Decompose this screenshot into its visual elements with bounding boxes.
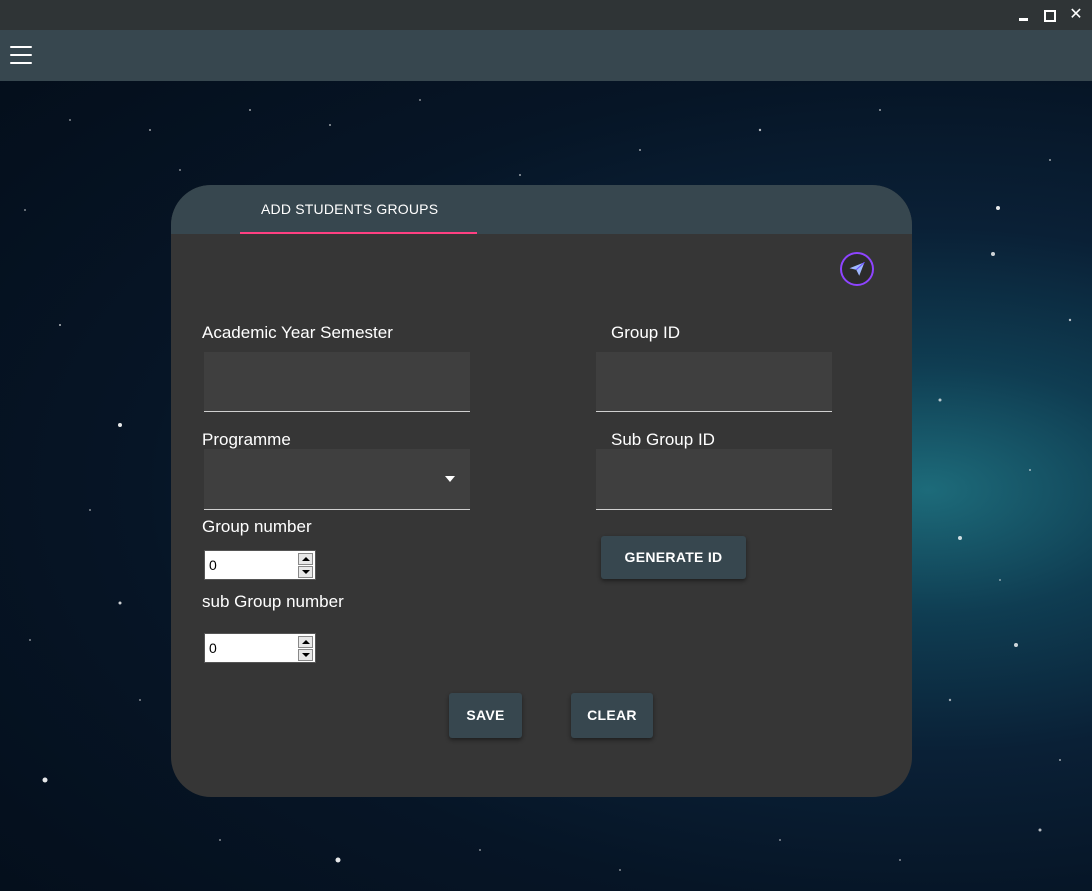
programme-select[interactable] <box>204 449 470 510</box>
group-number-label: Group number <box>202 517 312 536</box>
app-bar <box>0 30 1092 81</box>
sub-group-number-label: sub Group number <box>202 592 344 611</box>
window-titlebar: ✕ <box>0 0 1092 30</box>
tab-add-students-groups[interactable]: ADD STUDENTS GROUPS <box>240 185 477 234</box>
group-number-input[interactable] <box>207 554 297 576</box>
academic-year-semester-label: Academic Year Semester <box>202 323 393 342</box>
group-number-stepper[interactable] <box>204 550 316 580</box>
close-icon[interactable]: ✕ <box>1068 7 1084 23</box>
decrement-arrow-icon[interactable] <box>298 649 313 661</box>
tab-active-indicator <box>240 232 477 234</box>
group-id-label: Group ID <box>611 323 680 342</box>
clear-button[interactable]: CLEAR <box>571 693 653 738</box>
card-tab-bar: ADD STUDENTS GROUPS <box>171 185 912 234</box>
add-student-groups-card: ADD STUDENTS GROUPS Academic Year Semest… <box>171 185 912 797</box>
tab-label: ADD STUDENTS GROUPS <box>261 201 439 217</box>
sub-group-number-stepper[interactable] <box>204 633 316 663</box>
decrement-arrow-icon[interactable] <box>298 566 313 578</box>
save-button[interactable]: SAVE <box>449 693 522 738</box>
programme-label: Programme <box>202 430 291 449</box>
sub-group-number-input[interactable] <box>207 637 297 659</box>
increment-arrow-icon[interactable] <box>298 553 313 565</box>
maximize-icon[interactable] <box>1042 7 1058 23</box>
sub-group-id-label: Sub Group ID <box>611 430 715 449</box>
sub-group-id-input[interactable] <box>596 449 832 510</box>
generate-id-button[interactable]: GENERATE ID <box>601 536 746 579</box>
increment-arrow-icon[interactable] <box>298 636 313 648</box>
window-controls: ✕ <box>1016 0 1092 30</box>
academic-year-semester-input[interactable] <box>204 352 470 412</box>
hamburger-menu-icon[interactable] <box>10 46 32 64</box>
send-icon[interactable] <box>840 252 874 286</box>
chevron-down-icon <box>445 476 455 482</box>
minimize-icon[interactable] <box>1016 7 1032 23</box>
group-id-input[interactable] <box>596 352 832 412</box>
